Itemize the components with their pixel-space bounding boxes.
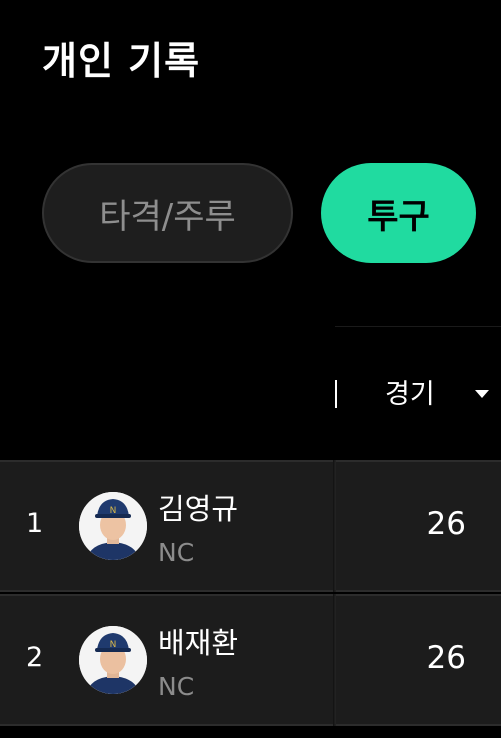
player-team: NC (158, 672, 195, 701)
player-photo-icon: N (79, 492, 147, 560)
row-divider (0, 460, 501, 462)
page-title: 개인 기록 (42, 39, 201, 83)
column-header-games[interactable]: 경기 (385, 372, 435, 411)
row-column-divider (333, 460, 336, 592)
table-row[interactable]: 1 N 김영규 NC 26 (0, 460, 501, 592)
column-separator (335, 380, 337, 408)
caret-down-icon[interactable] (475, 390, 489, 398)
tab-pitching[interactable]: 투구 (321, 163, 476, 263)
player-team: NC (158, 538, 195, 567)
row-column-divider (333, 594, 336, 726)
row-divider (0, 724, 501, 726)
svg-text:N: N (110, 506, 117, 516)
rank-number: 2 (26, 642, 44, 673)
row-divider (0, 590, 501, 592)
player-name[interactable]: 김영규 (158, 486, 238, 528)
row-divider (0, 594, 501, 596)
games-value: 26 (426, 506, 466, 542)
games-value: 26 (426, 640, 466, 676)
svg-text:N: N (110, 640, 117, 650)
tab-batting-baserunning-label: 타격/주루 (99, 196, 236, 237)
player-name[interactable]: 배재환 (158, 620, 238, 662)
player-avatar[interactable]: N (79, 492, 147, 560)
player-avatar[interactable]: N (79, 626, 147, 694)
table-row[interactable]: 2 N 배재환 NC 26 (0, 594, 501, 726)
player-photo-icon: N (79, 626, 147, 694)
tab-pitching-label: 투구 (367, 196, 430, 237)
tab-batting-baserunning[interactable]: 타격/주루 (42, 163, 293, 263)
rank-number: 1 (26, 508, 44, 539)
table-header-divider (335, 326, 501, 327)
